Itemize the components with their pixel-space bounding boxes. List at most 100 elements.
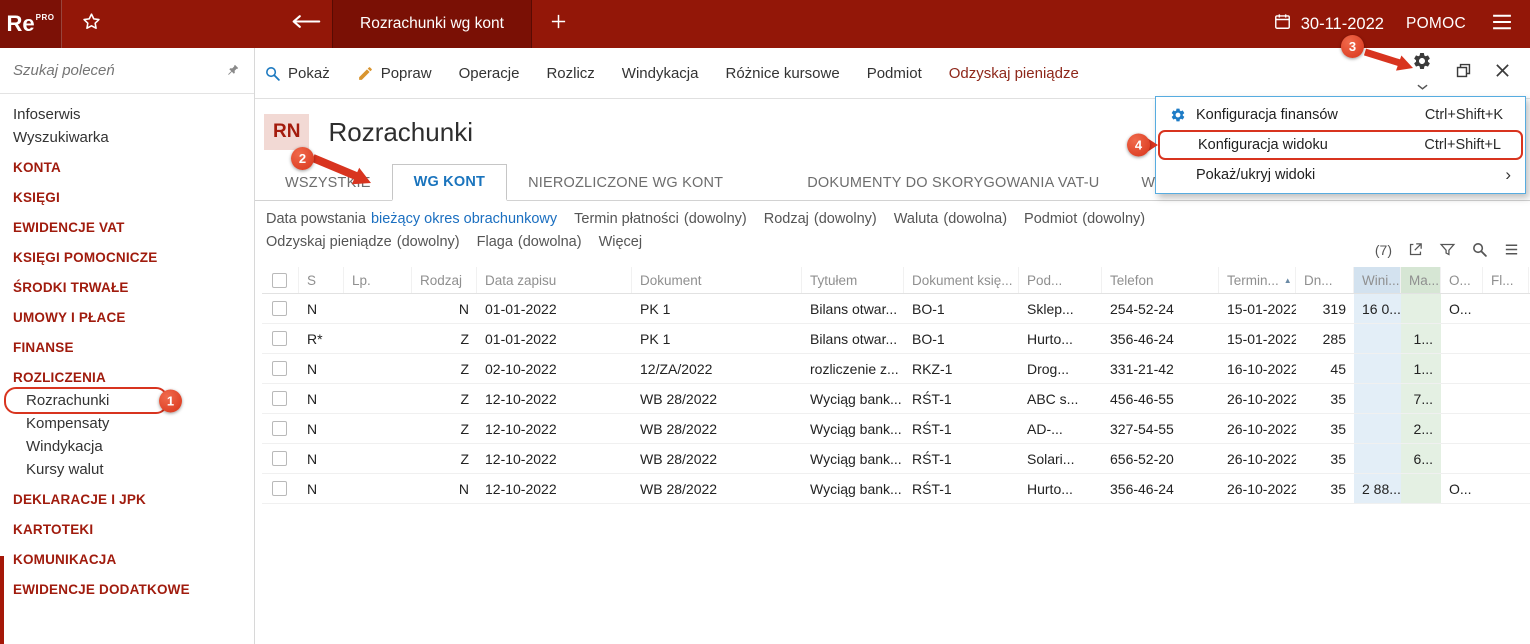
filter-funnel-icon[interactable] bbox=[1439, 241, 1456, 258]
row-checkbox[interactable] bbox=[272, 481, 287, 496]
toolbar-button-operacje[interactable]: Operacje bbox=[459, 65, 520, 82]
row-checkbox[interactable] bbox=[272, 301, 287, 316]
cell-lp bbox=[344, 444, 412, 473]
sidebar-item-infoserwis[interactable]: Infoserwis bbox=[0, 103, 254, 126]
cell-fl bbox=[1483, 474, 1529, 503]
column-header-rodzaj[interactable]: Rodzaj bbox=[412, 267, 477, 293]
column-header-dn[interactable]: Dn... bbox=[1296, 267, 1354, 293]
table-row[interactable]: N Z 12-10-2022 WB 28/2022 Wyciąg bank... RŚT-… bbox=[262, 444, 1530, 474]
tab-wg-kont[interactable]: WG KONT bbox=[391, 164, 508, 201]
back-button[interactable] bbox=[280, 0, 332, 48]
select-all-checkbox[interactable] bbox=[272, 272, 287, 288]
column-header-dokument-księ[interactable]: Dokument księ... bbox=[904, 267, 1019, 293]
cell-wini bbox=[1354, 444, 1401, 473]
sidebar-item-wyszukiwarka[interactable]: Wyszukiwarka bbox=[0, 126, 254, 149]
menu-item-konfiguracja-widoku[interactable]: Konfiguracja widoku Ctrl+Shift+L 4 bbox=[1127, 130, 1523, 160]
menu-item-pokaż-ukryj-widoki[interactable]: Pokaż/ukryj widoki › bbox=[1158, 160, 1523, 190]
tab-dokumenty-do-skorygowania-vat-u[interactable]: DOKUMENTY DO SKORYGOWANIA VAT-U bbox=[786, 166, 1120, 200]
toolbar-button-label: Rozlicz bbox=[546, 64, 595, 82]
table-row[interactable]: N Z 12-10-2022 WB 28/2022 Wyciąg bank... RŚT-… bbox=[262, 414, 1530, 444]
row-checkbox[interactable] bbox=[272, 391, 287, 406]
sidebar-item-ewidencje-vat[interactable]: EWIDENCJE VAT bbox=[0, 216, 254, 239]
toolbar-button-popraw[interactable]: Popraw bbox=[357, 65, 432, 82]
tab-nierozliczone-wg-kont[interactable]: NIEROZLICZONE WG KONT bbox=[507, 166, 744, 200]
column-header-pod[interactable]: Pod... bbox=[1019, 267, 1102, 293]
help-button[interactable]: POMOC bbox=[1406, 15, 1466, 33]
sidebar-item-ewidencje-dodatkowe[interactable]: EWIDENCJE DODATKOWE bbox=[0, 578, 254, 601]
sidebar-item-rozliczenia[interactable]: ROZLICZENIA bbox=[0, 366, 254, 389]
filter-data-powstania[interactable]: Data powstania bieżący okres obrachunkowy bbox=[266, 211, 557, 227]
filter-więcej[interactable]: Więcej bbox=[599, 234, 643, 250]
cell-rodzaj: Z bbox=[460, 421, 469, 437]
column-header-label: Ma... bbox=[1409, 273, 1440, 288]
main-menu-button[interactable] bbox=[1486, 14, 1518, 35]
row-checkbox[interactable] bbox=[272, 421, 287, 436]
list-options-icon[interactable] bbox=[1503, 241, 1520, 258]
sidebar-item-kompensaty[interactable]: Kompensaty bbox=[0, 412, 254, 435]
pin-icon[interactable] bbox=[220, 59, 244, 83]
column-header-wini[interactable]: Wini... bbox=[1354, 267, 1401, 293]
new-tab-button[interactable] bbox=[532, 0, 586, 48]
toolbar-button-podmiot[interactable]: Podmiot bbox=[867, 65, 922, 82]
sidebar-item-konta[interactable]: KONTA bbox=[0, 156, 254, 179]
close-view-button[interactable] bbox=[1495, 63, 1510, 83]
cell-ma: 7... bbox=[1401, 384, 1441, 413]
search-list-icon[interactable] bbox=[1471, 241, 1488, 258]
filter-rodzaj[interactable]: Rodzaj (dowolny) bbox=[764, 211, 877, 227]
filter-label: Waluta bbox=[893, 211, 939, 227]
tab-wszystkie[interactable]: WSZYSTKIE bbox=[264, 166, 392, 200]
table-row[interactable]: N Z 02-10-2022 12/ZA/2022 rozliczenie z... RK… bbox=[262, 354, 1530, 384]
row-checkbox[interactable] bbox=[272, 361, 287, 376]
table-row[interactable]: N N 12-10-2022 WB 28/2022 Wyciąg bank... RŚT-… bbox=[262, 474, 1530, 504]
toolbar-button-różnice-kursowe[interactable]: Różnice kursowe bbox=[725, 65, 839, 82]
column-header-o[interactable]: O... bbox=[1441, 267, 1483, 293]
filter-waluta[interactable]: Waluta (dowolna) bbox=[894, 211, 1007, 227]
sidebar-item-kartoteki[interactable]: KARTOTEKI bbox=[0, 518, 254, 541]
sidebar-item-finanse[interactable]: FINANSE bbox=[0, 336, 254, 359]
column-header-tytułem[interactable]: Tytułem bbox=[802, 267, 904, 293]
table-row[interactable]: N N 01-01-2022 PK 1 Bilans otwar... BO-1 Sklep… bbox=[262, 294, 1530, 324]
column-header-dokument[interactable]: Dokument bbox=[632, 267, 802, 293]
sidebar-item-rozrachunki[interactable]: Rozrachunki 1 bbox=[0, 387, 254, 414]
app-logo[interactable]: Re PRO bbox=[0, 0, 62, 48]
column-header-telefon[interactable]: Telefon bbox=[1102, 267, 1219, 293]
command-search-input[interactable] bbox=[13, 62, 220, 79]
toolbar-button-odzyskaj-pieniądze[interactable]: Odzyskaj pieniądze bbox=[949, 65, 1079, 82]
toolbar-button-rozlicz[interactable]: Rozlicz bbox=[546, 65, 594, 82]
column-header-s[interactable]: S bbox=[299, 267, 344, 293]
sidebar-item-deklaracje-i-jpk[interactable]: DEKLARACJE I JPK bbox=[0, 488, 254, 511]
sidebar-item-środki-trwałe[interactable]: ŚRODKI TRWAŁE bbox=[0, 276, 254, 299]
column-header-termin[interactable]: Termin... ▲ bbox=[1219, 267, 1296, 293]
sidebar-item-księgi[interactable]: KSIĘGI bbox=[0, 186, 254, 209]
sidebar-item-label: ŚRODKI TRWAŁE bbox=[13, 280, 129, 295]
column-header-data-zapisu[interactable]: Data zapisu bbox=[477, 267, 632, 293]
sidebar-item-księgi-pomocnicze[interactable]: KSIĘGI POMOCNICZE bbox=[0, 246, 254, 269]
sidebar-item-umowy-i-płace[interactable]: UMOWY I PŁACE bbox=[0, 306, 254, 329]
cell-termin: 26-10-2022 bbox=[1227, 421, 1296, 437]
row-checkbox[interactable] bbox=[272, 331, 287, 346]
filter-odzyskaj-pieniądze[interactable]: Odzyskaj pieniądze (dowolny) bbox=[266, 234, 460, 250]
view-settings-button[interactable] bbox=[1412, 51, 1432, 95]
sidebar-item-komunikacja[interactable]: KOMUNIKACJA bbox=[0, 548, 254, 571]
column-header-fl[interactable]: Fl... bbox=[1483, 267, 1529, 293]
open-chart-icon[interactable] bbox=[1407, 241, 1424, 258]
row-checkbox[interactable] bbox=[272, 451, 287, 466]
filter-podmiot[interactable]: Podmiot (dowolny) bbox=[1024, 211, 1145, 227]
date-display[interactable]: 30-11-2022 bbox=[1273, 12, 1384, 36]
column-header-ma[interactable]: Ma... bbox=[1401, 267, 1441, 293]
filter-termin-płatności[interactable]: Termin płatności (dowolny) bbox=[574, 211, 747, 227]
menu-item-konfiguracja-finansów[interactable]: Konfiguracja finansów Ctrl+Shift+K bbox=[1158, 100, 1523, 130]
table-row[interactable]: N Z 12-10-2022 WB 28/2022 Wyciąg bank... RŚT-… bbox=[262, 384, 1530, 414]
filter-flaga[interactable]: Flaga (dowolna) bbox=[477, 234, 582, 250]
column-header-lp[interactable]: Lp. bbox=[344, 267, 412, 293]
sidebar-item-kursy-walut[interactable]: Kursy walut bbox=[0, 458, 254, 481]
toolbar-button-windykacja[interactable]: Windykacja bbox=[622, 65, 699, 82]
open-view-tab[interactable]: Rozrachunki wg kont bbox=[332, 0, 532, 48]
filter-value: (dowolna) bbox=[517, 234, 582, 250]
table-row[interactable]: R* Z 01-01-2022 PK 1 Bilans otwar... BO-1 Hurt… bbox=[262, 324, 1530, 354]
row-checkbox-cell bbox=[262, 474, 299, 503]
favorites-button[interactable] bbox=[62, 0, 120, 48]
toolbar-button-pokaż[interactable]: Pokaż bbox=[264, 65, 330, 82]
sidebar-item-windykacja[interactable]: Windykacja bbox=[0, 435, 254, 458]
restore-window-button[interactable] bbox=[1455, 62, 1472, 84]
